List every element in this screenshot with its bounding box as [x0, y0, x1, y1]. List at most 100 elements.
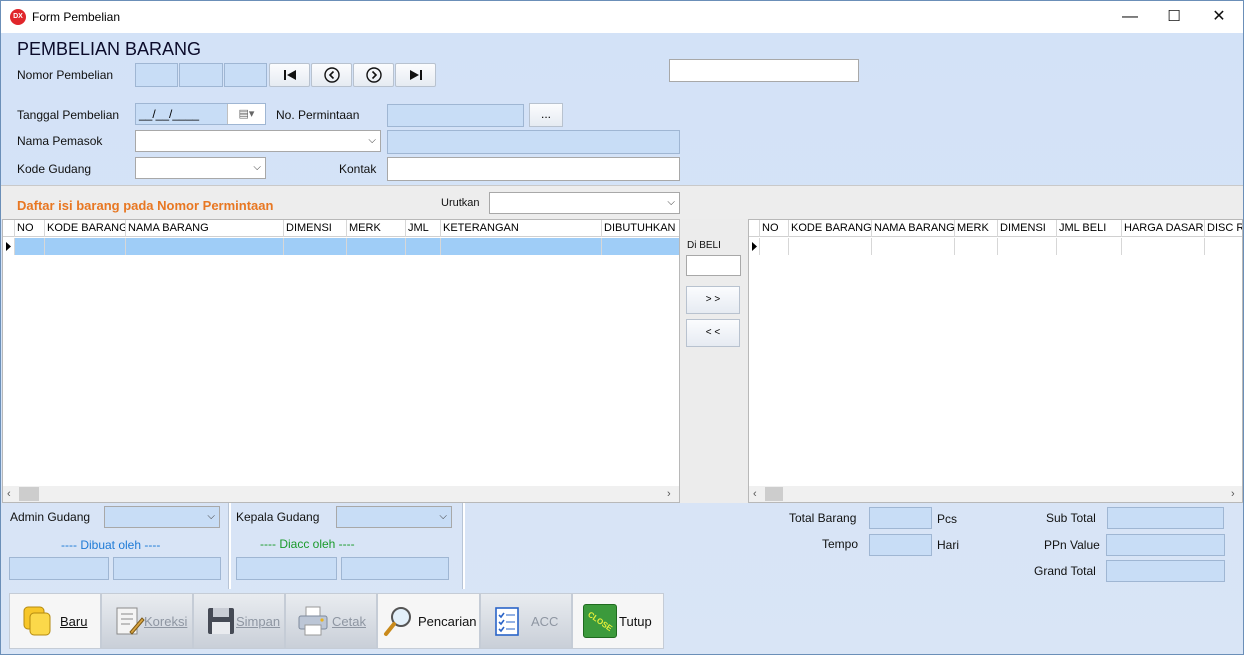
table-cell[interactable] — [347, 238, 406, 255]
column-header[interactable]: NAMA BARANG — [872, 220, 955, 237]
table-cell[interactable] — [406, 238, 441, 255]
table-cell[interactable] — [441, 238, 602, 255]
table-cell[interactable] — [284, 238, 347, 255]
nomor-pembelian-field-3[interactable] — [224, 63, 267, 87]
chevron-down-icon: ⌵ — [207, 511, 215, 522]
kode-gudang-combo[interactable]: ⌵ — [135, 157, 266, 179]
permintaan-items-grid[interactable]: NO KODE BARANG NAMA BARANG DIMENSI MERK … — [2, 219, 680, 503]
table-cell[interactable] — [15, 238, 45, 255]
dibuat-oleh-date-field[interactable] — [113, 557, 221, 580]
table-cell[interactable] — [955, 238, 998, 255]
tempo-field[interactable] — [869, 534, 932, 556]
diacc-oleh-date-field[interactable] — [341, 557, 449, 580]
scroll-thumb[interactable] — [19, 487, 39, 501]
skip-first-icon — [283, 70, 296, 80]
column-header[interactable]: DIMENSI — [284, 220, 347, 237]
column-header[interactable]: DIMENSI — [998, 220, 1057, 237]
table-row[interactable] — [3, 238, 679, 255]
column-header[interactable]: DISC RA — [1205, 220, 1242, 237]
scroll-left-icon[interactable]: ‹ — [753, 486, 757, 502]
column-header[interactable]: MERK — [347, 220, 406, 237]
row-indicator-header — [749, 220, 760, 237]
table-cell[interactable] — [1057, 238, 1122, 255]
horizontal-scrollbar[interactable]: ‹ › — [749, 486, 1242, 502]
scroll-thumb[interactable] — [765, 487, 783, 501]
form-content: PEMBELIAN BARANG Nomor Pembelian Tanggal… — [1, 33, 1243, 654]
column-header[interactable]: NO — [760, 220, 789, 237]
table-cell[interactable] — [126, 238, 284, 255]
ppn-value-field[interactable] — [1106, 534, 1225, 556]
table-cell[interactable] — [1122, 238, 1205, 255]
row-indicator-header — [3, 220, 15, 237]
table-cell[interactable] — [1205, 238, 1242, 255]
sort-combo[interactable]: ⌵ — [489, 192, 680, 214]
cetak-button[interactable]: Cetak — [285, 593, 377, 649]
column-header[interactable]: HARGA DASAR — [1122, 220, 1205, 237]
nomor-pembelian-field-1[interactable] — [135, 63, 178, 87]
maximize-button[interactable]: ☐ — [1151, 1, 1197, 33]
dibuat-oleh-name-field[interactable] — [9, 557, 109, 580]
column-header[interactable]: JML — [406, 220, 441, 237]
pemasok-detail-field[interactable] — [387, 130, 680, 154]
pencarian-label: Pencarian — [418, 614, 477, 629]
table-cell[interactable] — [998, 238, 1057, 255]
koreksi-button[interactable]: Koreksi — [101, 593, 193, 649]
tanggal-pembelian-date-picker[interactable]: __/__/____ ▤▾ — [135, 103, 266, 125]
close-stamp-icon: CLOSE — [583, 604, 617, 638]
column-header[interactable]: KETERANGAN — [441, 220, 602, 237]
dibeli-qty-field[interactable] — [686, 255, 741, 276]
add-to-purchase-button[interactable]: > > — [686, 286, 740, 314]
scroll-right-icon[interactable]: › — [1231, 486, 1235, 502]
grand-total-field[interactable] — [1106, 560, 1225, 582]
purchase-items-grid[interactable]: NO KODE BARANG NAMA BARANG MERK DIMENSI … — [748, 219, 1243, 503]
scroll-right-icon[interactable]: › — [667, 486, 671, 502]
remove-from-purchase-button[interactable]: < < — [686, 319, 740, 347]
search-text-field[interactable] — [669, 59, 859, 82]
table-cell[interactable] — [760, 238, 789, 255]
admin-gudang-combo[interactable]: ⌵ — [104, 506, 220, 528]
table-cell[interactable] — [602, 238, 679, 255]
minimize-button[interactable]: — — [1107, 1, 1153, 33]
close-button[interactable]: ✕ — [1196, 1, 1242, 33]
nama-pemasok-combo[interactable]: ⌵ — [135, 130, 381, 152]
column-header[interactable]: NAMA BARANG — [126, 220, 284, 237]
form-pembelian-window: DX Form Pembelian — ☐ ✕ PEMBELIAN BARANG… — [0, 0, 1244, 655]
circle-right-icon — [365, 67, 382, 83]
column-header[interactable]: JML BELI — [1057, 220, 1122, 237]
column-header[interactable]: MERK — [955, 220, 998, 237]
grid-header: NO KODE BARANG NAMA BARANG DIMENSI MERK … — [3, 220, 679, 237]
tutup-button[interactable]: CLOSE Tutup — [572, 593, 664, 649]
table-cell[interactable] — [789, 238, 872, 255]
table-cell[interactable] — [45, 238, 126, 255]
acc-button[interactable]: ACC — [480, 593, 572, 649]
first-record-button[interactable] — [269, 63, 310, 87]
nomor-pembelian-field-2[interactable] — [179, 63, 223, 87]
table-row[interactable] — [749, 238, 1242, 255]
save-disk-icon — [208, 608, 234, 634]
simpan-button[interactable]: Simpan — [193, 593, 285, 649]
previous-record-button[interactable] — [311, 63, 352, 87]
column-header[interactable]: KODE BARANG — [789, 220, 872, 237]
column-header[interactable]: KODE BARANG — [45, 220, 126, 237]
total-barang-field[interactable] — [869, 507, 932, 529]
column-header[interactable]: DIBUTUHKAN — [602, 220, 679, 237]
sub-total-field[interactable] — [1107, 507, 1224, 529]
pencarian-button[interactable]: Pencarian — [377, 593, 480, 649]
browse-permintaan-button[interactable]: ... — [529, 103, 563, 127]
skip-last-icon — [409, 70, 422, 80]
table-cell[interactable] — [872, 238, 955, 255]
next-record-button[interactable] — [353, 63, 394, 87]
column-header[interactable]: NO — [15, 220, 45, 237]
baru-button[interactable]: Baru — [9, 593, 101, 649]
scroll-left-icon[interactable]: ‹ — [7, 486, 11, 502]
last-record-button[interactable] — [395, 63, 436, 87]
diacc-oleh-name-field[interactable] — [236, 557, 337, 580]
no-permintaan-field[interactable] — [387, 104, 524, 127]
kontak-field[interactable] — [387, 157, 680, 181]
page-title: PEMBELIAN BARANG — [17, 39, 202, 59]
horizontal-scrollbar[interactable]: ‹ › — [3, 486, 679, 502]
sub-total-label: Sub Total — [1046, 511, 1096, 525]
calendar-dropdown-icon[interactable]: ▤▾ — [227, 104, 265, 124]
kepala-gudang-combo[interactable]: ⌵ — [336, 506, 452, 528]
baru-label: Baru — [60, 614, 88, 629]
